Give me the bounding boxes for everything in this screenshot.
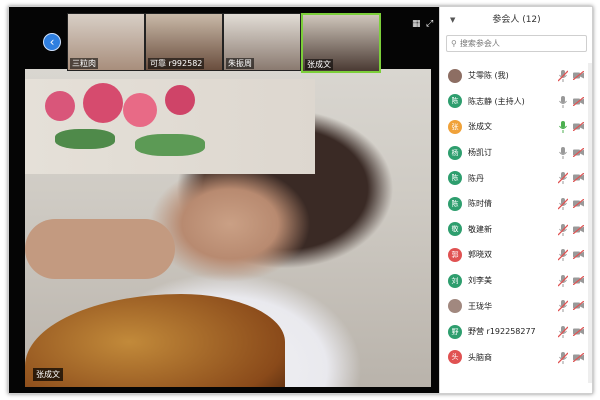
- camera-off-icon[interactable]: [573, 250, 584, 260]
- participant-row[interactable]: 野野营 r192258277: [440, 319, 592, 345]
- thumbnail-label: 张成文: [305, 59, 333, 70]
- camera-off-icon[interactable]: [573, 352, 584, 362]
- participant-name: 郭晓双: [468, 250, 492, 260]
- painting-flower: [83, 83, 123, 123]
- thumbnail-video[interactable]: 朱振周: [223, 13, 301, 71]
- camera-off-icon[interactable]: [573, 224, 584, 234]
- search-input[interactable]: [459, 39, 570, 48]
- avatar: 陈: [448, 171, 462, 186]
- back-arrow-icon[interactable]: ‹: [43, 33, 61, 51]
- participant-name: 野营 r192258277: [468, 327, 536, 337]
- speaker-arm: [25, 219, 175, 279]
- avatar: [448, 68, 462, 83]
- video-area: 张成文 ‹ 三粒肉 可靠 r992582 朱振周 张成文 ▦ ⤢: [9, 7, 439, 393]
- participant-row[interactable]: 王珑华: [440, 293, 592, 319]
- participant-name: 陈志静 (主持人): [468, 96, 525, 106]
- speaker-name-label: 张成文: [33, 368, 63, 381]
- camera-off-icon[interactable]: [573, 96, 584, 106]
- avatar: 野: [448, 324, 462, 339]
- avatar: 陈: [448, 94, 462, 109]
- participant-name: 王珑华: [468, 301, 492, 311]
- meeting-window: 张成文 ‹ 三粒肉 可靠 r992582 朱振周 张成文 ▦ ⤢ ▼ 参会人 (…: [8, 6, 593, 394]
- participant-row[interactable]: 郭郭晓双: [440, 242, 592, 268]
- avatar: 头: [448, 350, 462, 365]
- mic-muted-icon[interactable]: [558, 300, 568, 313]
- mic-muted-icon[interactable]: [558, 249, 568, 262]
- thumbnail-label: 三粒肉: [70, 58, 98, 69]
- mic-muted-icon[interactable]: [558, 274, 568, 287]
- guitar: [25, 294, 285, 387]
- avatar: 陈: [448, 196, 462, 211]
- painting-flower: [45, 91, 75, 121]
- participant-row[interactable]: 陈陈志静 (主持人): [440, 89, 592, 115]
- participant-row[interactable]: 杨杨凯订: [440, 140, 592, 166]
- participant-name: 敬建新: [468, 224, 492, 234]
- camera-off-icon[interactable]: [573, 147, 584, 157]
- avatar: 杨: [448, 145, 462, 160]
- participant-list: 艾零陈 (我) 陈陈志静 (主持人) 张张成文杨杨凯订陈陈丹陈陈时倩敬敬建新郭郭晓双…: [440, 63, 592, 371]
- mic-muted-icon[interactable]: [558, 325, 568, 338]
- mic-muted-icon[interactable]: [558, 351, 568, 364]
- participant-row[interactable]: 艾零陈 (我): [440, 63, 592, 89]
- microphone-icon[interactable]: [558, 121, 568, 134]
- participant-row[interactable]: 张张成文: [440, 114, 592, 140]
- search-icon: ⚲: [451, 39, 457, 48]
- avatar: 张: [448, 119, 462, 134]
- participant-row[interactable]: 陈陈时倩: [440, 191, 592, 217]
- painting-leaves: [135, 134, 205, 156]
- panel-title: 参会人 (12): [492, 15, 541, 25]
- participant-name: 张成文: [468, 122, 492, 132]
- mic-muted-icon[interactable]: [558, 172, 568, 185]
- camera-off-icon[interactable]: [573, 173, 584, 183]
- camera-off-icon[interactable]: [573, 71, 584, 80]
- participant-name: 陈丹: [468, 173, 484, 183]
- participant-name: 陈时倩: [468, 199, 492, 209]
- main-speaker-video[interactable]: 张成文: [25, 69, 431, 387]
- camera-off-icon[interactable]: [573, 122, 584, 132]
- avatar: 刘: [448, 273, 462, 288]
- camera-off-icon[interactable]: [573, 198, 584, 208]
- thumbnail-label: 可靠 r992582: [148, 58, 205, 69]
- microphone-icon[interactable]: [558, 95, 568, 108]
- grid-view-icon[interactable]: ▦: [412, 19, 421, 29]
- participants-panel: ▼ 参会人 (12) ⚲ 艾零陈 (我)陈陈志静 (主持人)张张成文杨杨凯订陈陈…: [439, 7, 592, 393]
- thumbnail-label: 朱振周: [226, 58, 254, 69]
- painting-leaves: [55, 129, 115, 149]
- mic-muted-icon[interactable]: [558, 197, 568, 210]
- painting-flower: [123, 93, 157, 127]
- participant-name: 杨凯订: [468, 148, 492, 158]
- camera-off-icon[interactable]: [573, 301, 584, 311]
- chevron-down-icon[interactable]: ▼: [450, 7, 455, 33]
- camera-off-icon[interactable]: [573, 275, 584, 285]
- avatar: [448, 299, 462, 314]
- camera-off-icon[interactable]: [573, 326, 584, 336]
- participant-name: 艾零陈 (我): [468, 71, 509, 81]
- fullscreen-icon[interactable]: ⤢: [426, 19, 433, 29]
- avatar: 郭: [448, 247, 462, 262]
- thumbnail-video-active[interactable]: 张成文: [301, 13, 381, 73]
- participant-row[interactable]: 头头脑商: [440, 345, 592, 371]
- participant-row[interactable]: 敬敬建新: [440, 217, 592, 243]
- participant-name: 头脑商: [468, 352, 492, 362]
- search-box[interactable]: ⚲: [446, 35, 587, 52]
- mic-muted-icon[interactable]: [558, 70, 568, 82]
- avatar: 敬: [448, 222, 462, 237]
- microphone-icon[interactable]: [558, 146, 568, 159]
- background-painting: [25, 79, 315, 174]
- mic-muted-icon[interactable]: [558, 223, 568, 236]
- thumbnail-video[interactable]: 三粒肉: [67, 13, 145, 71]
- painting-flower: [165, 85, 195, 115]
- participant-row[interactable]: 陈陈丹: [440, 165, 592, 191]
- participant-name: 刘李美: [468, 276, 492, 286]
- participant-row[interactable]: 刘刘李美: [440, 268, 592, 294]
- panel-header: ▼ 参会人 (12): [440, 7, 592, 33]
- scrollbar[interactable]: [588, 63, 592, 383]
- thumbnail-video[interactable]: 可靠 r992582: [145, 13, 223, 71]
